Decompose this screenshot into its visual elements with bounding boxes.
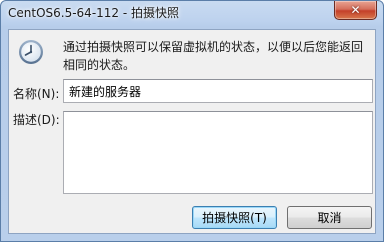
dialog-body: 通过拍摄快照可以保留虚拟机的状态，以便以后您能返回相同的状态。 名称(N): 描… — [8, 29, 376, 234]
name-label: 名称(N): — [13, 87, 60, 101]
take-snapshot-button[interactable]: 拍摄快照(T) — [192, 206, 277, 229]
snapshot-dialog: CentOS6.5-64-112 - 拍摄快照 ✕ 通过拍摄快照可以保留虚拟机的… — [0, 0, 384, 242]
name-input[interactable] — [63, 79, 373, 103]
window-title: CentOS6.5-64-112 - 拍摄快照 — [8, 6, 180, 20]
description-input[interactable] — [63, 111, 373, 194]
description-label: 描述(D): — [13, 113, 60, 127]
close-icon: ✕ — [350, 3, 361, 17]
cancel-button[interactable]: 取消 — [287, 206, 372, 229]
clock-icon — [19, 40, 43, 64]
title-bar[interactable]: CentOS6.5-64-112 - 拍摄快照 ✕ — [1, 1, 383, 25]
info-message: 通过拍摄快照可以保留虚拟机的状态，以便以后您能返回相同的状态。 — [63, 40, 364, 72]
close-button[interactable]: ✕ — [334, 1, 377, 20]
